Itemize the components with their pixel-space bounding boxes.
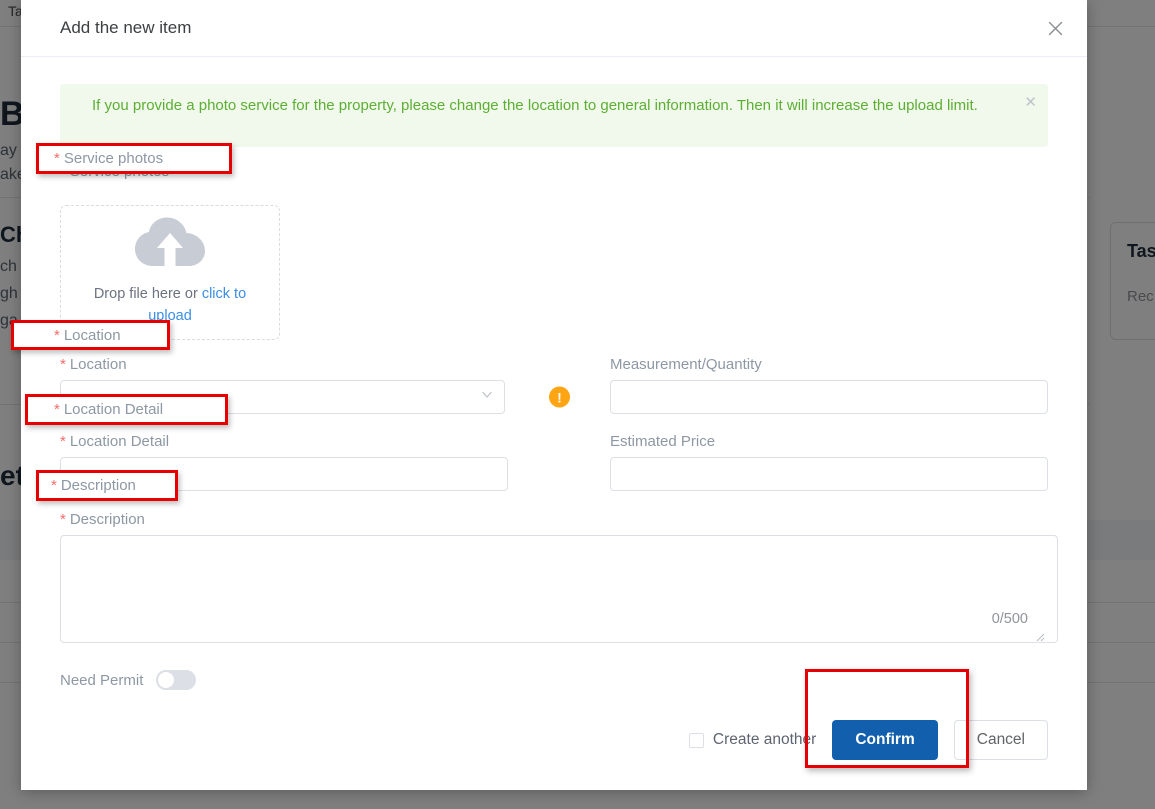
estimated-price-input[interactable] [610,457,1048,491]
resize-handle-icon[interactable] [1033,629,1045,642]
description-label: * Description [60,511,1048,528]
description-textarea[interactable] [60,535,1058,643]
info-alert-text: If you provide a photo service for the p… [92,97,978,114]
cloud-upload-icon [134,217,206,278]
exclamation-circle-icon: ! [549,386,570,408]
upload-text-prefix: Drop file here or [93,286,202,303]
location-label-text: Location [69,356,127,373]
measurement-label: Measurement/Quantity [610,356,762,373]
form-grid-row-2: * Location Detail Estimated Price [60,433,1048,509]
need-permit-field: Need Permit [60,670,1048,690]
dialog-title: Add the new item [60,18,192,37]
required-marker: * [60,356,66,373]
service-photos-field: *Service photos Drop file here or click … [60,163,1048,340]
description-label-text: Description [69,511,145,528]
required-marker: * [54,150,60,167]
info-alert: If you provide a photo service for the p… [60,84,1048,147]
description-field: * Description 0/500 [60,511,1058,643]
annotation-location-detail-label: * Location Detail [25,394,228,425]
location-detail-label-text: Location Detail [69,433,170,450]
close-icon[interactable]: ✕ [1024,95,1037,110]
annotation-description-label: * Description [36,470,178,501]
description-textarea-wrap: 0/500 [60,535,1058,643]
required-marker: * [54,326,60,344]
required-marker: * [60,433,66,450]
create-another-checkbox[interactable] [688,732,704,748]
dialog-footer: Create another Confirm Cancel [21,690,1087,790]
cancel-button[interactable]: Cancel [953,720,1048,760]
dialog-header: Add the new item [21,0,1087,57]
estimated-price-field: Estimated Price [610,433,1048,491]
create-another-field[interactable]: Create another [688,731,817,749]
measurement-field: Measurement/Quantity [610,356,1048,414]
close-icon[interactable] [1042,15,1068,41]
measurement-input[interactable] [610,380,1048,414]
required-marker: * [54,401,60,418]
location-detail-label: * Location Detail [60,433,510,450]
required-marker: * [60,511,66,528]
estimated-price-label: Estimated Price [610,433,716,450]
annotation-location-label: * Location [11,320,170,350]
need-permit-toggle[interactable] [156,670,197,690]
required-marker: * [51,477,57,494]
confirm-button[interactable]: Confirm [832,720,938,760]
need-permit-label: Need Permit [60,671,144,689]
location-label: * Location [60,356,510,373]
create-another-label: Create another [712,731,817,748]
annotation-service-photos-label: * Service photos [36,143,232,174]
